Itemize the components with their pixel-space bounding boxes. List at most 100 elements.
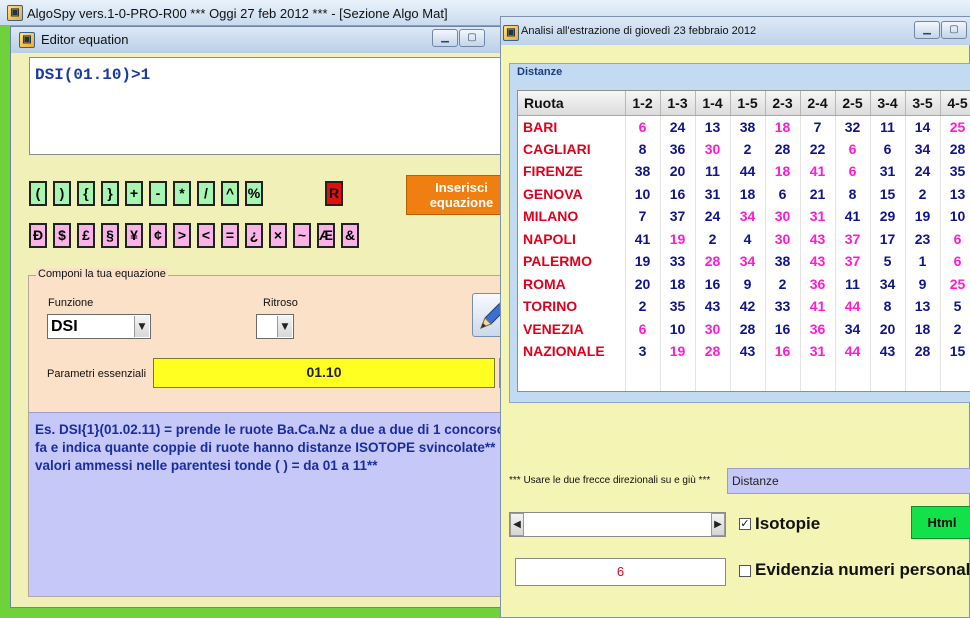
paren-close-button[interactable]: ) (53, 181, 71, 206)
table-row[interactable]: PALERMO 19 33 28 34 38 43 37 5 1 6 (518, 250, 970, 273)
distance-cell: 2 (695, 227, 731, 250)
inverted-question-button[interactable]: ¿ (245, 223, 263, 248)
evidenzia-checkbox[interactable] (739, 565, 751, 577)
empty-cell (660, 385, 696, 391)
ruota-cell: CAGLIARI (518, 137, 626, 160)
empty-cell (730, 385, 766, 391)
maximize-button[interactable]: ▢ (459, 29, 485, 47)
distance-cell: 16 (695, 272, 731, 295)
chevron-down-icon[interactable]: ▼ (277, 316, 292, 337)
isotopie-checkbox[interactable]: ✓ (739, 518, 751, 530)
tilde-button[interactable]: ~ (293, 223, 311, 248)
distance-cell: 19 (625, 250, 661, 273)
distanze-field[interactable]: Distanze (727, 468, 970, 494)
distance-cell: 25 (940, 272, 970, 295)
value-field[interactable]: 6 (515, 558, 726, 586)
minimize-button[interactable]: ▁ (914, 21, 940, 39)
dollar-button[interactable]: $ (53, 223, 71, 248)
distance-cell: 4 (730, 227, 766, 250)
brace-close-button[interactable]: } (101, 181, 119, 206)
isotopie-label[interactable]: Isotopie (755, 514, 820, 534)
divide-button[interactable]: / (197, 181, 215, 206)
empty-row (518, 385, 970, 391)
distance-cell: 37 (660, 205, 696, 228)
scroll-right-icon[interactable]: ▶ (711, 513, 725, 536)
distance-cell: 41 (800, 160, 836, 183)
table-row[interactable]: TORINO 2 35 43 42 33 41 44 8 13 5 (518, 295, 970, 318)
equals-button[interactable]: = (221, 223, 239, 248)
distance-cell: 15 (940, 340, 970, 363)
params-input[interactable]: 01.10 (153, 358, 495, 388)
table-row[interactable]: MILANO 7 37 24 34 30 31 41 29 19 10 (518, 205, 970, 228)
distance-cell: 38 (730, 115, 766, 138)
distance-cell: 30 (765, 227, 801, 250)
paren-open-button[interactable]: ( (29, 181, 47, 206)
symbol-d-button[interactable]: Đ (29, 223, 47, 248)
distance-cell: 41 (800, 295, 836, 318)
distanze-legend: Distanze (517, 66, 563, 78)
times-button[interactable]: × (269, 223, 287, 248)
scroll-left-icon[interactable]: ◀ (510, 513, 524, 536)
table-row[interactable]: NAPOLI 41 19 2 4 30 43 37 17 23 6 (518, 227, 970, 250)
multiply-button[interactable]: * (173, 181, 191, 206)
distance-cell: 20 (625, 272, 661, 295)
distance-cell: 31 (870, 160, 906, 183)
cent-button[interactable]: ¢ (149, 223, 167, 248)
equation-display[interactable]: DSI(01.10)>1 (29, 57, 517, 155)
distance-cell: 43 (695, 295, 731, 318)
power-button[interactable]: ^ (221, 181, 239, 206)
ritroso-label: Ritroso (263, 297, 298, 309)
empty-cell (625, 362, 661, 385)
r-button[interactable]: R (325, 181, 343, 206)
table-row[interactable]: VENEZIA 6 10 30 28 16 36 34 20 18 2 (518, 317, 970, 340)
distance-cell: 18 (765, 160, 801, 183)
chevron-down-icon[interactable]: ▼ (134, 316, 149, 337)
distance-cell: 6 (870, 137, 906, 160)
distance-cell: 30 (765, 205, 801, 228)
table-row[interactable]: ROMA 20 18 16 9 2 36 11 34 9 25 (518, 272, 970, 295)
html-button[interactable]: Html (911, 506, 970, 539)
distance-cell: 44 (730, 160, 766, 183)
table-row[interactable]: FIRENZE 38 20 11 44 18 41 6 31 24 35 (518, 160, 970, 183)
distance-cell: 24 (695, 205, 731, 228)
section-button[interactable]: § (101, 223, 119, 248)
distance-cell: 38 (625, 160, 661, 183)
distance-cell: 20 (660, 160, 696, 183)
table-row[interactable]: GENOVA 10 16 31 18 6 21 8 15 2 13 (518, 182, 970, 205)
distanze-table[interactable]: Ruota 1-2 1-3 1-4 1-5 2-3 2-4 2-5 3-4 3-… (517, 90, 970, 392)
empty-cell (695, 385, 731, 391)
table-row[interactable]: BARI 6 24 13 38 18 7 32 11 14 25 (518, 115, 970, 138)
ampersand-button[interactable]: & (341, 223, 359, 248)
ae-button[interactable]: Æ (317, 223, 335, 248)
distance-cell: 9 (905, 272, 941, 295)
column-header: 1-3 (660, 91, 696, 116)
distance-cell: 28 (765, 137, 801, 160)
maximize-button[interactable]: ▢ (941, 21, 967, 39)
table-row[interactable]: CAGLIARI 8 36 30 2 28 22 6 6 34 28 (518, 137, 970, 160)
horizontal-scrollbar[interactable]: ◀ ▶ (509, 512, 726, 537)
distance-cell: 41 (835, 205, 871, 228)
brace-open-button[interactable]: { (77, 181, 95, 206)
pound-button[interactable]: £ (77, 223, 95, 248)
distance-cell: 31 (800, 340, 836, 363)
evidenzia-label[interactable]: Evidenzia numeri personali (755, 560, 970, 580)
distance-cell: 24 (660, 115, 696, 138)
greater-button[interactable]: > (173, 223, 191, 248)
ruota-cell: TORINO (518, 295, 626, 318)
minimize-button[interactable]: ▁ (432, 29, 458, 47)
table-row[interactable]: NAZIONALE 3 19 28 43 16 31 44 43 28 15 (518, 340, 970, 363)
ritroso-select[interactable]: ▼ (256, 314, 294, 339)
analysis-window: ▣ Analisi all'estrazione di giovedì 23 f… (500, 16, 970, 618)
column-header: 1-5 (730, 91, 766, 116)
funzione-select[interactable]: DSI ▼ (47, 314, 151, 339)
distance-cell: 11 (870, 115, 906, 138)
distance-cell: 18 (905, 317, 941, 340)
less-button[interactable]: < (197, 223, 215, 248)
minus-button[interactable]: - (149, 181, 167, 206)
column-header: Ruota (518, 91, 626, 116)
plus-button[interactable]: + (125, 181, 143, 206)
distance-cell: 37 (835, 250, 871, 273)
percent-button[interactable]: % (245, 181, 263, 206)
distance-cell: 5 (870, 250, 906, 273)
yen-button[interactable]: ¥ (125, 223, 143, 248)
